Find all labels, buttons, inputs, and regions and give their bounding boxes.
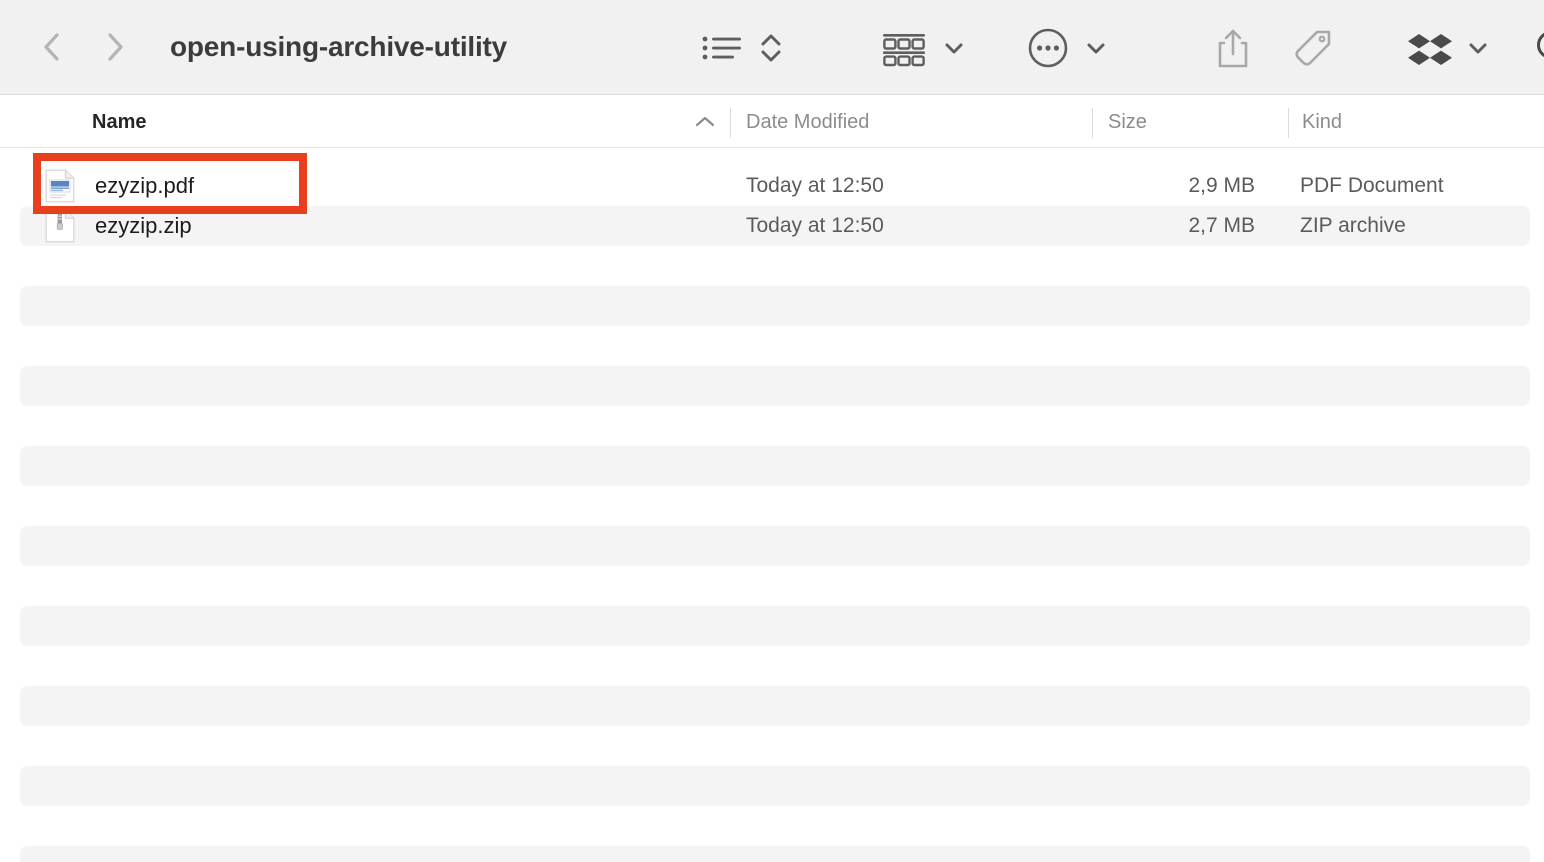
column-divider-3[interactable]	[1288, 108, 1289, 138]
column-header-name[interactable]: Name	[92, 96, 146, 148]
empty-row	[20, 846, 1530, 862]
column-header-size-label: Size	[1108, 111, 1147, 134]
empty-row	[20, 446, 1530, 486]
more-actions-button[interactable]	[1026, 26, 1070, 70]
dropbox-chevron-icon	[1466, 36, 1490, 60]
toolbar-actions	[700, 0, 1544, 95]
file-name-cell: ezyzip.zip	[45, 209, 192, 243]
share-icon	[1216, 26, 1250, 70]
more-actions-icon	[1026, 26, 1070, 70]
file-size-cell: 2,9 MB	[1080, 174, 1255, 198]
search-button[interactable]	[1532, 26, 1544, 70]
sort-ascending-icon	[694, 113, 716, 131]
column-header-kind-label: Kind	[1302, 111, 1342, 134]
view-stepper-button[interactable]	[758, 28, 784, 68]
column-header-bar: Name Date Modified Size Kind	[0, 96, 1544, 148]
column-header-date-modified[interactable]: Date Modified	[746, 96, 869, 148]
file-list: ezyzip.pdf Today at 12:50 2,9 MB PDF Doc…	[0, 148, 1544, 862]
more-actions-chevron-icon	[1084, 36, 1108, 60]
share-button[interactable]	[1216, 26, 1250, 70]
group-by-dropdown[interactable]	[942, 36, 966, 60]
toolbar: open-using-archive-utility	[0, 0, 1544, 95]
forward-button[interactable]	[98, 27, 132, 67]
column-header-size[interactable]: Size	[1108, 96, 1147, 148]
pdf-file-icon	[45, 169, 75, 203]
file-kind-cell: PDF Document	[1300, 174, 1444, 198]
group-by-icon	[880, 28, 928, 68]
chevron-right-icon	[103, 27, 127, 67]
search-icon	[1532, 26, 1544, 70]
chevron-left-icon	[39, 27, 63, 67]
dropbox-icon	[1408, 28, 1452, 68]
tag-button[interactable]	[1292, 26, 1336, 70]
back-button[interactable]	[34, 27, 68, 67]
table-row[interactable]: ezyzip.zip Today at 12:50 2,7 MB ZIP arc…	[20, 206, 1530, 246]
column-header-date-modified-label: Date Modified	[746, 111, 869, 134]
column-header-kind[interactable]: Kind	[1302, 96, 1342, 148]
finder-window: open-using-archive-utility	[0, 0, 1544, 862]
view-stepper-icon	[758, 28, 784, 68]
file-size-cell: 2,7 MB	[1080, 214, 1255, 238]
zip-file-icon	[45, 209, 75, 243]
empty-row	[20, 366, 1530, 406]
group-by-chevron-icon	[942, 36, 966, 60]
column-header-name-label: Name	[92, 111, 146, 134]
file-date-cell: Today at 12:50	[746, 214, 884, 238]
column-divider-2[interactable]	[1092, 108, 1093, 138]
list-view-icon	[700, 31, 746, 65]
column-divider-1[interactable]	[730, 108, 731, 138]
empty-row	[20, 606, 1530, 646]
empty-row	[20, 686, 1530, 726]
dropbox-dropdown[interactable]	[1466, 36, 1490, 60]
empty-row	[20, 526, 1530, 566]
page-title: open-using-archive-utility	[170, 31, 507, 63]
more-actions-dropdown[interactable]	[1084, 36, 1108, 60]
file-name-cell: ezyzip.pdf	[45, 169, 194, 203]
dropbox-button[interactable]	[1408, 28, 1452, 68]
navigation-buttons	[34, 27, 132, 67]
table-row[interactable]: ezyzip.pdf Today at 12:50 2,9 MB PDF Doc…	[20, 166, 1530, 206]
list-view-button[interactable]	[700, 31, 746, 65]
group-by-button[interactable]	[880, 28, 928, 68]
file-date-cell: Today at 12:50	[746, 174, 884, 198]
file-name-label: ezyzip.zip	[95, 213, 192, 239]
empty-row	[20, 286, 1530, 326]
file-name-label: ezyzip.pdf	[95, 173, 194, 199]
tag-icon	[1292, 26, 1336, 70]
empty-row	[20, 766, 1530, 806]
file-kind-cell: ZIP archive	[1300, 214, 1406, 238]
